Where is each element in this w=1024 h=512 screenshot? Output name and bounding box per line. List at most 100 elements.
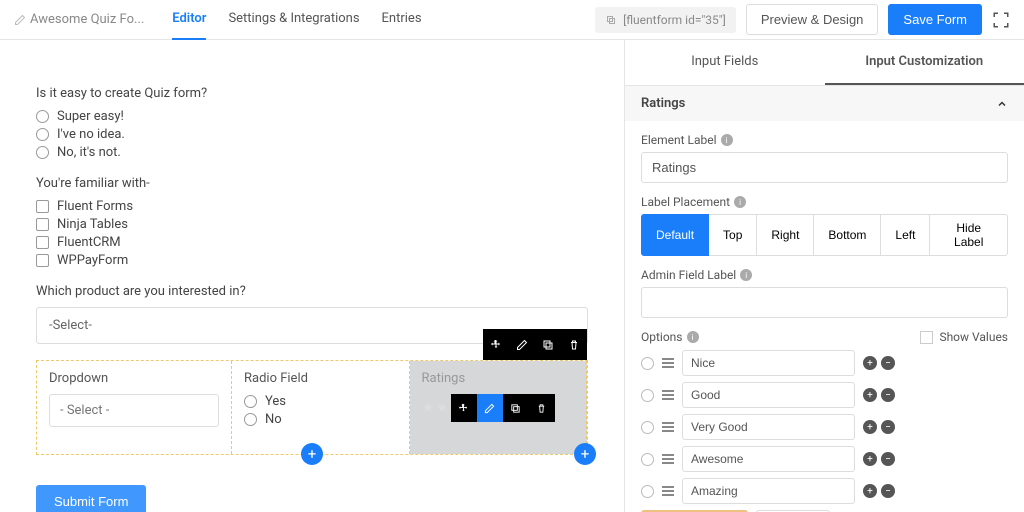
drag-handle-icon[interactable] bbox=[662, 454, 674, 464]
shortcode-display[interactable]: [fluentform id="35"] bbox=[595, 7, 736, 33]
checkbox-icon bbox=[36, 254, 49, 267]
tab-entries[interactable]: Entries bbox=[382, 0, 422, 40]
info-icon[interactable]: i bbox=[740, 269, 752, 281]
add-option-icon[interactable]: + bbox=[863, 452, 877, 466]
col1-label: Dropdown bbox=[49, 371, 219, 386]
remove-option-icon[interactable]: − bbox=[881, 484, 895, 498]
add-option-icon[interactable]: + bbox=[863, 388, 877, 402]
checkbox-icon bbox=[920, 331, 933, 344]
pencil-icon bbox=[14, 14, 26, 26]
option-input[interactable] bbox=[682, 414, 855, 440]
option-input[interactable] bbox=[682, 350, 855, 376]
q1-opt-0[interactable]: Super easy! bbox=[36, 109, 588, 124]
move-icon[interactable] bbox=[451, 394, 477, 422]
rating-stars[interactable]: ★ ★ bbox=[422, 400, 449, 416]
seg-default[interactable]: Default bbox=[641, 214, 709, 256]
radio-icon[interactable] bbox=[641, 389, 654, 402]
seg-left[interactable]: Left bbox=[881, 214, 930, 256]
options-title: Options bbox=[641, 330, 683, 344]
remove-option-icon[interactable]: − bbox=[881, 452, 895, 466]
accordion-ratings[interactable]: Ratings bbox=[625, 86, 1024, 121]
copy-icon bbox=[605, 14, 617, 26]
remove-option-icon[interactable]: − bbox=[881, 420, 895, 434]
sidetab-input-fields[interactable]: Input Fields bbox=[625, 40, 825, 85]
seg-top[interactable]: Top bbox=[709, 214, 757, 256]
fullscreen-icon[interactable] bbox=[992, 11, 1010, 29]
drag-handle-icon[interactable] bbox=[662, 486, 674, 496]
col1-select[interactable]: - Select - bbox=[49, 394, 219, 427]
add-option-icon[interactable]: + bbox=[863, 356, 877, 370]
add-row-button[interactable]: + bbox=[301, 443, 323, 465]
option-input[interactable] bbox=[682, 478, 855, 504]
star-icon: ★ bbox=[422, 400, 435, 416]
preview-button[interactable]: Preview & Design bbox=[746, 4, 879, 35]
element-label-input[interactable] bbox=[641, 152, 1008, 183]
radio-icon bbox=[244, 395, 257, 408]
drag-handle-icon[interactable] bbox=[662, 390, 674, 400]
option-row: + − bbox=[641, 414, 1008, 440]
col2-label: Radio Field bbox=[244, 371, 397, 386]
option-input[interactable] bbox=[682, 446, 855, 472]
trash-icon[interactable] bbox=[561, 329, 587, 360]
radio-icon bbox=[36, 146, 49, 159]
add-option-icon[interactable]: + bbox=[863, 484, 877, 498]
save-button[interactable]: Save Form bbox=[888, 4, 982, 35]
star-icon: ★ bbox=[436, 400, 449, 416]
col2-opt-1[interactable]: No bbox=[244, 412, 397, 427]
tab-settings[interactable]: Settings & Integrations bbox=[228, 0, 359, 40]
admin-label-input[interactable] bbox=[641, 287, 1008, 318]
seg-hide[interactable]: Hide Label bbox=[930, 214, 1008, 256]
q1-label: Is it easy to create Quiz form? bbox=[36, 86, 588, 101]
q2-opt-0[interactable]: Fluent Forms bbox=[36, 199, 588, 214]
radio-icon[interactable] bbox=[641, 357, 654, 370]
add-column-button[interactable]: + bbox=[574, 443, 596, 465]
form-title-text: Awesome Quiz Fo... bbox=[30, 12, 144, 27]
info-icon[interactable]: i bbox=[687, 331, 699, 343]
radio-icon bbox=[36, 110, 49, 123]
sidetab-customization[interactable]: Input Customization bbox=[825, 40, 1024, 85]
seg-right[interactable]: Right bbox=[757, 214, 814, 256]
q2-opt-3[interactable]: WPPayForm bbox=[36, 253, 588, 268]
info-icon[interactable]: i bbox=[721, 134, 733, 146]
admin-label-title: Admin Field Label bbox=[641, 268, 736, 282]
add-option-icon[interactable]: + bbox=[863, 420, 877, 434]
option-row: + − bbox=[641, 478, 1008, 504]
info-icon[interactable]: i bbox=[734, 196, 746, 208]
duplicate-icon[interactable] bbox=[503, 394, 529, 422]
q3-label: Which product are you interested in? bbox=[36, 284, 588, 299]
edit-icon[interactable] bbox=[509, 329, 535, 360]
col2-opt-0[interactable]: Yes bbox=[244, 394, 397, 409]
edit-icon[interactable] bbox=[477, 394, 503, 422]
radio-icon[interactable] bbox=[641, 421, 654, 434]
checkbox-icon bbox=[36, 236, 49, 249]
seg-bottom[interactable]: Bottom bbox=[814, 214, 881, 256]
duplicate-icon[interactable] bbox=[535, 329, 561, 360]
option-input[interactable] bbox=[682, 382, 855, 408]
drag-handle-icon[interactable] bbox=[662, 358, 674, 368]
trash-icon[interactable] bbox=[529, 394, 555, 422]
option-row: + − bbox=[641, 382, 1008, 408]
checkbox-icon bbox=[36, 218, 49, 231]
remove-option-icon[interactable]: − bbox=[881, 356, 895, 370]
submit-button[interactable]: Submit Form bbox=[36, 485, 146, 512]
remove-option-icon[interactable]: − bbox=[881, 388, 895, 402]
q1-opt-1[interactable]: I've no idea. bbox=[36, 127, 588, 142]
option-row: + − bbox=[641, 446, 1008, 472]
radio-icon[interactable] bbox=[641, 453, 654, 466]
q2-opt-1[interactable]: Ninja Tables bbox=[36, 217, 588, 232]
radio-icon bbox=[244, 413, 257, 426]
move-icon[interactable] bbox=[483, 329, 509, 360]
block-toolbar bbox=[483, 329, 587, 360]
q2-opt-2[interactable]: FluentCRM bbox=[36, 235, 588, 250]
chevron-up-icon bbox=[996, 98, 1008, 110]
q1-opt-2[interactable]: No, it's not. bbox=[36, 145, 588, 160]
field-toolbar bbox=[451, 394, 555, 422]
q2-label: You're familiar with- bbox=[36, 176, 588, 191]
drag-handle-icon[interactable] bbox=[662, 422, 674, 432]
col3-label: Ratings bbox=[422, 371, 575, 386]
radio-icon[interactable] bbox=[641, 485, 654, 498]
tab-editor[interactable]: Editor bbox=[172, 0, 206, 40]
show-values-toggle[interactable]: Show Values bbox=[920, 330, 1008, 344]
radio-icon bbox=[36, 128, 49, 141]
element-label-title: Element Label bbox=[641, 133, 717, 147]
